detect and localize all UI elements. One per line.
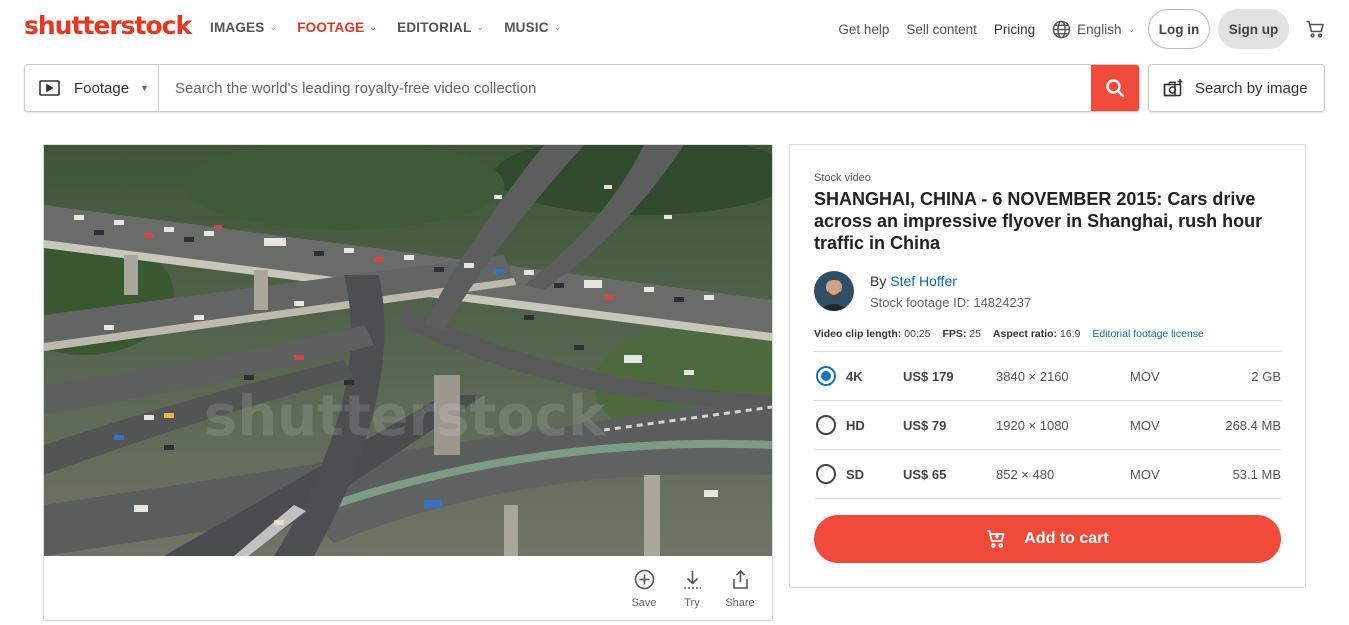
search-input[interactable] — [159, 65, 1091, 111]
details-panel: Stock video SHANGHAI, CHINA - 6 NOVEMBER… — [789, 144, 1306, 588]
add-to-cart-label: Add to cart — [1024, 530, 1109, 547]
download-icon — [683, 571, 701, 589]
option-hd[interactable]: HD US$ 79 1920 × 1080 MOV 268.4 MB — [814, 401, 1281, 450]
media-type-label: Footage — [74, 79, 130, 97]
main-nav: IMAGES ⌄ FOOTAGE ⌄ EDITORIAL ⌄ MUSIC ⌄ — [210, 20, 581, 35]
language-label: English — [1077, 21, 1122, 37]
header: shutterstock IMAGES ⌄ FOOTAGE ⌄ EDITORIAL ⌄… — [0, 0, 1349, 58]
chevron-down-icon: ⌄ — [476, 22, 485, 32]
nav-images[interactable]: IMAGES ⌄ — [210, 20, 277, 35]
pricing-link[interactable]: Pricing — [994, 22, 1035, 37]
author-block: By Stef Hoffer Stock footage ID: 1482423… — [814, 271, 1031, 311]
caret-down-icon: ▼ — [140, 83, 149, 93]
option-size: 53.1 MB — [1232, 466, 1281, 482]
option-quality: 4K — [846, 368, 863, 384]
flyover-video-frame: shutterstock — [44, 145, 772, 556]
search-button[interactable] — [1091, 65, 1139, 111]
account-nav: Get help Sell content Pricing English ⌄ … — [838, 9, 1325, 49]
plus-circle-icon — [634, 569, 654, 590]
camera-plus-icon — [1163, 79, 1183, 97]
radio-sd[interactable] — [816, 464, 836, 484]
option-resolution: 852 × 480 — [996, 466, 1055, 482]
avatar[interactable] — [814, 271, 854, 311]
contributor-photo — [814, 271, 854, 311]
chevron-down-icon: ⌄ — [369, 22, 378, 32]
footage-id: Stock footage ID: 14824237 — [870, 294, 1032, 310]
language-selector[interactable]: English ⌄ — [1052, 20, 1135, 39]
option-sd[interactable]: SD US$ 65 852 × 480 MOV 53.1 MB — [814, 450, 1281, 499]
login-button[interactable]: Log in — [1148, 9, 1210, 49]
globe-icon — [1052, 20, 1071, 38]
signup-button[interactable]: Sign up — [1218, 9, 1289, 49]
save-button[interactable]: Save — [620, 569, 668, 609]
option-format: MOV — [1130, 368, 1160, 384]
length-value: 00:25 — [904, 328, 931, 340]
option-resolution: 3840 × 2160 — [996, 368, 1069, 384]
fps-label: FPS: — [942, 328, 967, 340]
aspect-value: 16:9 — [1060, 328, 1081, 340]
clip-metadata: Video clip length: 00:25 FPS: 25 Aspect … — [814, 328, 1204, 340]
video-preview[interactable]: shutterstock — [44, 145, 772, 556]
search-by-image-button[interactable]: Search by image — [1148, 64, 1325, 112]
watermark-text: shutterstock — [204, 384, 607, 449]
share-icon — [732, 569, 748, 589]
shutterstock-logo[interactable]: shutterstock — [24, 11, 192, 40]
search-by-image-label: Search by image — [1195, 79, 1308, 97]
nav-music[interactable]: MUSIC ⌄ — [504, 20, 561, 35]
search-icon — [1106, 79, 1125, 98]
video-icon — [39, 80, 60, 96]
aspect-label: Aspect ratio: — [992, 328, 1058, 340]
license-link[interactable]: Editorial footage license — [1092, 328, 1204, 340]
fps-value: 25 — [969, 328, 981, 340]
option-quality: SD — [846, 466, 865, 482]
try-button[interactable]: Try — [668, 569, 716, 609]
author-text: By Stef Hoffer Stock footage ID: 1482423… — [870, 273, 1031, 310]
option-price: US$ 79 — [903, 417, 947, 433]
radio-hd[interactable] — [816, 415, 836, 435]
search-bar: Footage ▼ — [24, 64, 1140, 112]
by-label: By — [870, 272, 887, 289]
nav-editorial[interactable]: EDITORIAL ⌄ — [397, 20, 484, 35]
nav-footage[interactable]: FOOTAGE ⌄ — [297, 20, 377, 35]
save-label: Save — [631, 597, 657, 609]
nav-editorial-label: EDITORIAL — [397, 20, 472, 35]
length-label: Video clip length: — [814, 328, 902, 340]
radio-4k[interactable] — [816, 366, 836, 386]
option-4k[interactable]: 4K US$ 179 3840 × 2160 MOV 2 GB — [814, 352, 1281, 401]
option-price: US$ 179 — [903, 368, 954, 384]
nav-images-label: IMAGES — [210, 20, 265, 35]
chevron-down-icon: ⌄ — [269, 22, 278, 32]
chevron-down-icon: ⌄ — [1127, 23, 1135, 34]
option-price: US$ 65 — [903, 466, 947, 482]
nav-music-label: MUSIC — [504, 20, 549, 35]
chevron-down-icon: ⌄ — [553, 22, 562, 32]
kicker-label: Stock video — [814, 172, 871, 184]
size-options: 4K US$ 179 3840 × 2160 MOV 2 GB HD US$ 7… — [814, 351, 1281, 499]
cart-icon[interactable] — [1305, 19, 1325, 39]
clip-title: SHANGHAI, CHINA - 6 NOVEMBER 2015: Cars … — [814, 189, 1263, 253]
option-size: 268.4 MB — [1225, 417, 1281, 433]
video-card: shutterstock Save Try Share — [43, 144, 773, 621]
get-help-link[interactable]: Get help — [838, 22, 889, 37]
video-actions: Save Try Share — [620, 569, 764, 609]
share-button[interactable]: Share — [716, 569, 764, 609]
nav-footage-label: FOOTAGE — [297, 20, 365, 35]
option-resolution: 1920 × 1080 — [996, 417, 1069, 433]
share-label: Share — [725, 597, 755, 609]
option-format: MOV — [1130, 417, 1160, 433]
media-type-dropdown[interactable]: Footage ▼ — [25, 65, 159, 111]
add-to-cart-button[interactable]: Add to cart — [814, 515, 1281, 563]
try-label: Try — [684, 597, 700, 609]
sell-content-link[interactable]: Sell content — [906, 22, 977, 37]
option-quality: HD — [846, 417, 865, 433]
option-size: 2 GB — [1251, 368, 1281, 384]
author-byline: By Stef Hoffer — [870, 273, 1031, 289]
option-format: MOV — [1130, 466, 1160, 482]
cart-plus-icon — [987, 530, 1005, 548]
author-link[interactable]: Stef Hoffer — [890, 273, 957, 289]
